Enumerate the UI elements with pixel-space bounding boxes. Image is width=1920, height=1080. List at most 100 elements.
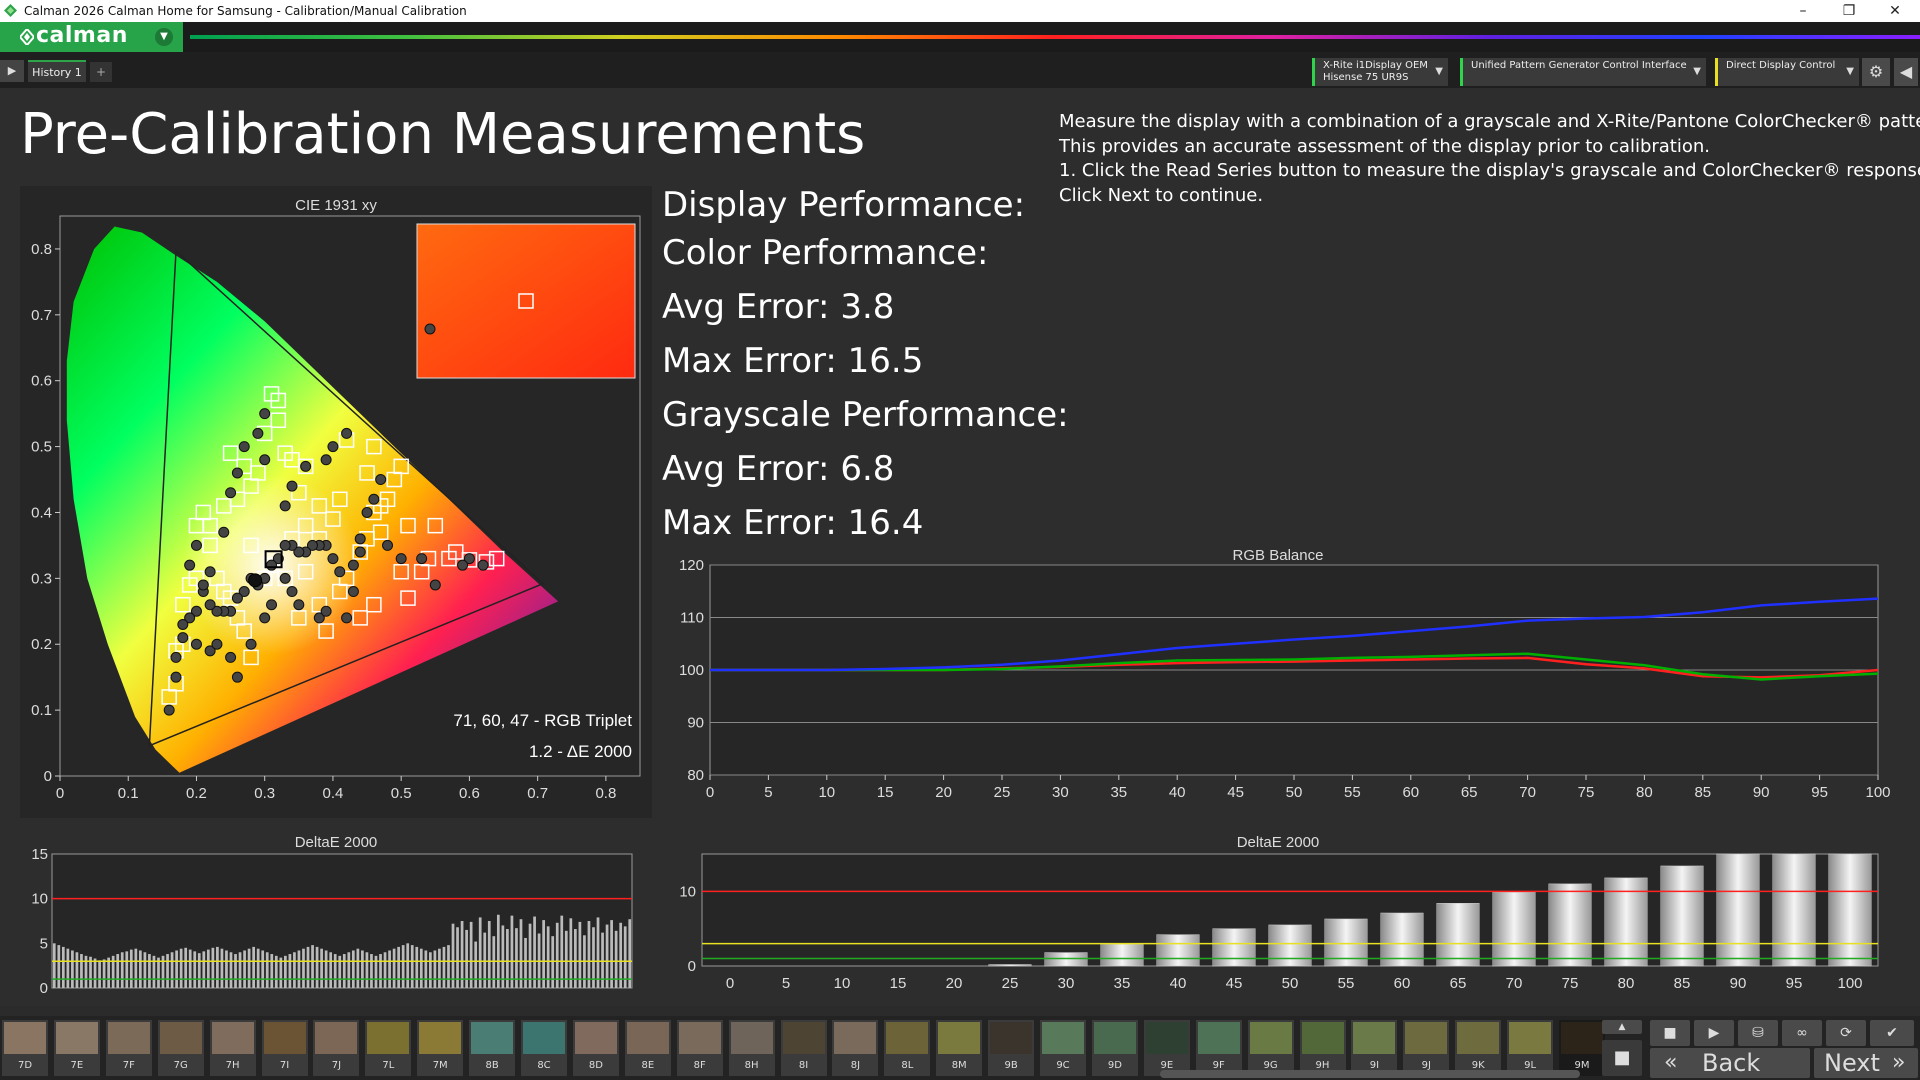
gear-icon[interactable]: ⚙ [1862,58,1890,86]
deltae-bar [519,919,523,988]
pattern-thumbnail-9G[interactable]: 9G [1247,1020,1294,1076]
pattern-thumbnail-8H[interactable]: 8H [728,1020,775,1076]
pattern-thumbnail-9B[interactable]: 9B [988,1020,1035,1076]
pattern-thumbnail-7G[interactable]: 7G [157,1020,204,1076]
pattern-thumbnail-9M[interactable]: 9M [1559,1020,1605,1076]
pattern-thumbnail-9F[interactable]: 9F [1195,1020,1242,1076]
measured-point [231,592,243,604]
strip-scrollbar[interactable] [1160,1070,1580,1078]
collapse-panel-icon[interactable]: ◀ [1894,58,1918,86]
deltae-bar [157,957,160,988]
deltae-bar [125,951,129,988]
pattern-thumbnail-7H[interactable]: 7H [209,1020,256,1076]
deltae-bar [388,950,391,988]
calman-menu-button[interactable]: calman ▼ [0,22,183,52]
y-tick-label: 0.3 [31,570,52,587]
pattern-thumbnail-9K[interactable]: 9K [1455,1020,1502,1076]
minimize-button[interactable]: – [1780,0,1826,22]
x-tick-label: 0.7 [527,785,548,802]
brand-name: calman [36,23,128,48]
deltae-bar [315,946,319,988]
window-title: Calman 2026 Calman Home for Samsung - Ca… [24,4,467,18]
pattern-thumbnail-7I[interactable]: 7I [261,1020,308,1076]
pattern-thumbnail-7F[interactable]: 7F [105,1020,152,1076]
deltae-bar [533,916,536,988]
chevron-down-icon: ▼ [1693,66,1701,77]
stop-button[interactable]: ■ [1650,1020,1690,1046]
pattern-thumbnail-9E[interactable]: 9E [1143,1020,1190,1076]
pattern-thumbnail-9L[interactable]: 9L [1507,1020,1554,1076]
x-tick-label: 30 [1058,975,1075,992]
meter-device-selector[interactable]: X-Rite i1Display OEM Hisense 75 UR9S ▼ [1312,58,1448,86]
x-tick-label: 0.1 [118,785,139,802]
pattern-thumbnail-9D[interactable]: 9D [1091,1020,1138,1076]
measured-point [266,599,278,611]
pattern-thumbnail-8D[interactable]: 8D [572,1020,619,1076]
refresh-icon[interactable]: ⟳ [1826,1020,1866,1046]
read-series-button[interactable]: ▶ [1694,1020,1734,1046]
stop-record-button[interactable]: ■ [1602,1040,1642,1076]
pattern-thumbnail-7L[interactable]: 7L [365,1020,412,1076]
y-tick-label: 80 [687,767,704,784]
pattern-thumbnail-8L[interactable]: 8L [884,1020,931,1076]
continuous-read-button[interactable]: ∞ [1782,1020,1822,1046]
pattern-label: 8M [951,1060,967,1071]
y-tick-label: 0 [688,958,696,975]
pattern-thumbnail-9H[interactable]: 9H [1299,1020,1346,1076]
deltae-bar [1828,853,1872,967]
back-label: Back [1702,1049,1761,1077]
measured-point [477,559,489,571]
deltae-bar [460,921,464,988]
pattern-thumbnail-7M[interactable]: 7M [417,1020,464,1076]
next-button[interactable]: Next » [1814,1048,1918,1078]
x-tick-label: 90 [1753,784,1770,801]
pattern-thumbnail-9J[interactable]: 9J [1403,1020,1450,1076]
x-tick-label: 100 [1865,784,1890,801]
maximize-button[interactable]: ❐ [1826,0,1872,22]
pattern-thumbnail-8F[interactable]: 8F [676,1020,723,1076]
tab-history-1[interactable]: History 1 [28,60,86,82]
pattern-thumbnail-8I[interactable]: 8I [780,1020,827,1076]
back-button[interactable]: « Back [1650,1048,1810,1078]
deltae-bar [1548,883,1592,967]
scroll-up-button[interactable]: ▲ [1602,1020,1642,1034]
play-icon[interactable]: ▶ [0,60,24,82]
display-control-selector[interactable]: Direct Display Control ▼ [1715,58,1859,86]
chevron-down-icon[interactable]: ▼ [155,28,173,46]
measured-point [170,651,182,663]
pattern-thumbnail-9C[interactable]: 9C [1040,1020,1086,1076]
measured-point [327,553,339,565]
add-tab-button[interactable]: + [90,62,112,82]
close-button[interactable]: ✕ [1872,0,1918,22]
save-icon[interactable]: ⛁ [1738,1020,1778,1046]
deltae-bar [324,950,328,988]
pattern-label: 8L [901,1060,914,1071]
x-tick-label: 40 [1169,784,1186,801]
pattern-thumbnail-7J[interactable]: 7J [313,1020,360,1076]
pattern-thumbnail-8B[interactable]: 8B [469,1020,516,1076]
pattern-thumbnail-8M[interactable]: 8M [936,1020,983,1076]
x-tick-label: 20 [946,975,963,992]
pattern-thumbnail-8C[interactable]: 8C [521,1020,567,1076]
deltae-bar [555,922,559,988]
pattern-generator-selector[interactable]: Unified Pattern Generator Control Interf… [1460,58,1706,86]
pattern-thumbnail-7E[interactable]: 7E [53,1020,100,1076]
measured-point [347,559,359,571]
deltae-bar [370,954,373,988]
pattern-thumbnail-8E[interactable]: 8E [624,1020,671,1076]
pattern-label: 8H [744,1060,759,1071]
pattern-thumbnail-8J[interactable]: 8J [832,1020,879,1076]
check-icon[interactable]: ✔ [1870,1020,1914,1046]
measured-point [300,460,312,472]
measured-point [225,651,237,663]
measured-point [457,559,469,571]
rainbow-strip [190,35,1920,39]
y-tick-label: 10 [679,883,696,900]
pattern-thumbnail-7D[interactable]: 7D [2,1020,48,1076]
deltae-bar [320,948,323,988]
color-deltae-panel: DeltaE 2000 0 5 10 15 [20,828,652,1006]
pattern-thumbnail-9I[interactable]: 9I [1351,1020,1398,1076]
pattern-label: 7J [331,1060,342,1071]
pattern-swatch [1197,1022,1240,1054]
pattern-swatch [4,1022,46,1054]
